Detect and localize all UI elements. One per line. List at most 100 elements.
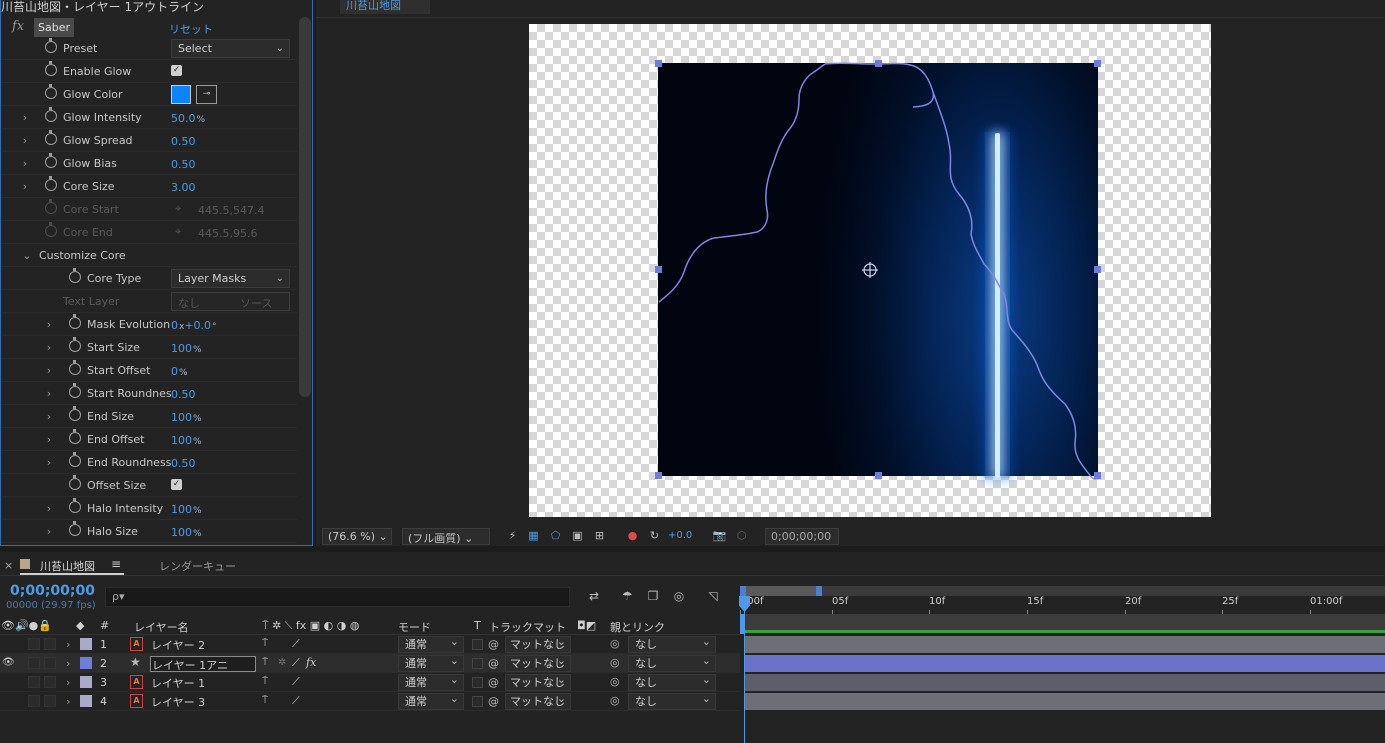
layer-duration-bar[interactable] <box>745 655 1385 672</box>
property-row-start-roundnes[interactable]: › Start Roundnes 0.50 <box>1 382 297 405</box>
chevron-right-icon[interactable]: › <box>66 638 70 651</box>
time-navigator-range[interactable] <box>740 586 822 596</box>
parent-pickwhip-icon[interactable]: ◎ <box>610 694 620 707</box>
eyedropper-icon[interactable]: ⊸ <box>196 85 217 104</box>
stopwatch-icon[interactable] <box>69 475 81 490</box>
stopwatch-icon[interactable] <box>69 429 81 444</box>
chevron-right-icon[interactable]: › <box>66 695 70 708</box>
matte-pickwhip-icon[interactable]: @ <box>488 695 499 708</box>
preserve-transparency-toggle[interactable] <box>472 696 483 707</box>
matte-pickwhip-icon[interactable]: @ <box>488 676 499 689</box>
graph-editor-icon[interactable]: ◹ <box>704 589 722 605</box>
transparency-grid-icon[interactable]: ▦ <box>526 529 541 543</box>
preserve-transparency-toggle[interactable] <box>472 677 483 688</box>
property-value[interactable]: 100% <box>171 411 202 424</box>
effects-scrollbar[interactable] <box>299 17 311 397</box>
chevron-right-icon[interactable]: › <box>66 657 70 670</box>
label-tag-icon[interactable]: ◆ <box>76 619 84 632</box>
work-area-bar[interactable] <box>740 614 1385 630</box>
composition-mini-flowchart-icon[interactable]: ⇄ <box>585 589 603 605</box>
property-row-glow-bias[interactable]: › Glow Bias 0.50 <box>1 152 297 175</box>
channels-icon[interactable]: ● <box>625 529 640 543</box>
layer-search-input[interactable]: ρ▾ <box>105 587 570 607</box>
chevron-right-icon[interactable]: › <box>44 364 54 377</box>
parent-pickwhip-icon[interactable]: ◎ <box>610 675 620 688</box>
track-matte-dropdown[interactable]: マットなし <box>505 693 571 710</box>
timeline-timecode[interactable]: 0;00;00;00 <box>10 583 95 599</box>
tab-composition[interactable]: 川苔山地図 <box>40 558 95 574</box>
layer-duration-bar[interactable] <box>745 636 1385 653</box>
property-row-customize-core[interactable]: ⌄ Customize Core <box>1 244 297 267</box>
stopwatch-icon[interactable] <box>69 337 81 352</box>
property-value[interactable]: 0.50 <box>171 158 196 171</box>
property-row-end-offset[interactable]: › End Offset 100% <box>1 428 297 451</box>
matte-pickwhip-icon[interactable]: @ <box>488 657 499 670</box>
time-ruler[interactable]: ):00f 05f 10f 15f 20f 25f 01:00f <box>740 584 1385 615</box>
composition-tab[interactable]: 川苔山地図 <box>340 0 430 14</box>
track-matte-dropdown[interactable]: マットなし <box>505 655 571 672</box>
blend-mode-dropdown[interactable]: 通常 <box>398 634 464 653</box>
region-of-interest-icon[interactable]: ▣ <box>570 529 585 543</box>
property-row-mask-evolution[interactable]: › Mask Evolution 0x+0.0° <box>1 313 297 336</box>
draft-3d-icon[interactable]: ☂ <box>618 589 636 605</box>
layer-name[interactable]: レイヤー 1アニ <box>150 656 256 672</box>
layer-row[interactable]: › 4 A レイヤー 3 ⍑ ⟋ 通常 @ マットなし ◎ なし <box>0 691 740 711</box>
resolution-dropdown[interactable]: (フル画質) ⌄ <box>402 528 490 545</box>
layer-label-color[interactable] <box>80 676 92 688</box>
point-target-icon[interactable]: ⌖ <box>175 225 181 239</box>
property-value[interactable]: 100% <box>171 503 202 516</box>
blend-mode-dropdown[interactable]: 通常 <box>398 691 464 710</box>
property-value[interactable]: 0.50 <box>171 135 196 148</box>
property-row-start-size[interactable]: › Start Size 100% <box>1 336 297 359</box>
matte-pickwhip-icon[interactable]: @ <box>488 638 499 651</box>
checkbox[interactable]: ✓ <box>171 479 182 490</box>
exposure-value[interactable]: +0.0 <box>668 530 692 541</box>
quality-switch-icon[interactable]: ⟋ <box>292 675 300 689</box>
parent-dropdown[interactable]: なし <box>628 691 716 710</box>
stopwatch-icon[interactable] <box>69 498 81 513</box>
track-matte-dropdown[interactable]: マットなし <box>505 636 571 653</box>
stopwatch-icon[interactable] <box>45 38 57 53</box>
property-value[interactable]: 50.0% <box>171 112 205 125</box>
property-row-enable-glow[interactable]: Enable Glow ✓ <box>1 60 297 83</box>
stopwatch-icon[interactable] <box>45 84 57 99</box>
layer-duration-bar[interactable] <box>745 674 1385 691</box>
layer-label-color[interactable] <box>80 638 92 650</box>
shy-switch-icon[interactable]: ⍑ <box>262 676 268 687</box>
layer-row[interactable]: › 1 A レイヤー 2 ⍑ ⟋ 通常 @ マットなし ◎ なし <box>0 634 740 654</box>
property-row-core-start[interactable]: Core Start ⌖ 445.5,547.4 <box>1 198 297 221</box>
property-row-start-offset[interactable]: › Start Offset 0% <box>1 359 297 382</box>
property-value[interactable]: 3.00 <box>171 181 196 194</box>
stopwatch-icon[interactable] <box>69 452 81 467</box>
quality-switch-icon[interactable]: ⟋ <box>292 656 300 670</box>
chevron-right-icon[interactable]: › <box>20 134 30 147</box>
stopwatch-icon[interactable] <box>45 61 57 76</box>
quality-switch-icon[interactable]: ⟋ <box>292 694 300 708</box>
property-value[interactable]: 0x+0.0° <box>171 319 217 332</box>
property-row-offset-size[interactable]: Offset Size ✓ <box>1 474 297 497</box>
parent-dropdown[interactable]: なし <box>628 634 716 653</box>
layer-row[interactable]: › 3 A レイヤー 1 ⍑ ⟋ 通常 @ マットなし ◎ なし <box>0 672 740 692</box>
stopwatch-icon[interactable] <box>45 222 57 237</box>
frame-blending-icon[interactable]: ◎ <box>670 589 688 605</box>
mask-visibility-icon[interactable]: ⬠ <box>548 529 563 543</box>
property-row-core-size[interactable]: › Core Size 3.00 <box>1 175 297 198</box>
property-value[interactable]: 445.5,95.6 <box>198 227 257 240</box>
chevron-right-icon[interactable]: › <box>44 433 54 446</box>
lock-toggle[interactable] <box>44 695 56 707</box>
stopwatch-icon[interactable] <box>69 406 81 421</box>
panel-menu-icon[interactable]: ≡ <box>111 557 121 571</box>
stopwatch-icon[interactable] <box>69 268 81 283</box>
property-value[interactable]: 445.5,547.4 <box>198 204 264 217</box>
layer-duration-bar[interactable] <box>745 693 1385 710</box>
property-value[interactable]: 0.50 <box>171 388 196 401</box>
chevron-right-icon[interactable]: › <box>44 341 54 354</box>
property-row-end-size[interactable]: › End Size 100% <box>1 405 297 428</box>
current-time-indicator[interactable] <box>744 596 745 743</box>
tab-render-queue[interactable]: レンダーキュー <box>159 558 236 574</box>
camera-snapshot-icon[interactable]: 📷 <box>712 529 727 543</box>
column-layer-name[interactable]: レイヤー名 <box>134 619 189 635</box>
stopwatch-icon[interactable] <box>45 153 57 168</box>
solo-toggle[interactable] <box>28 638 40 650</box>
chevron-right-icon[interactable]: › <box>20 180 30 193</box>
